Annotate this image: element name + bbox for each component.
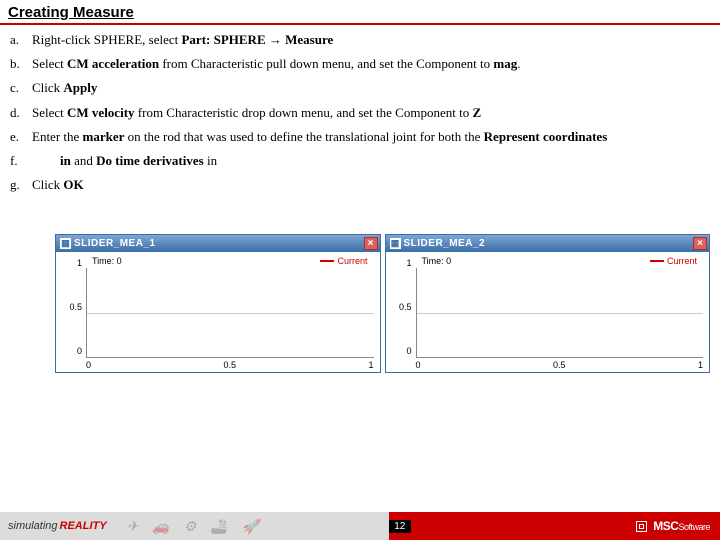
step-item: b.Select CM acceleration from Characteri… bbox=[10, 55, 710, 73]
x-tick: 0 bbox=[86, 360, 91, 370]
legend-swatch bbox=[650, 260, 664, 262]
y-tick: 1 bbox=[77, 258, 82, 268]
step-letter: a. bbox=[10, 31, 32, 49]
brand-main: MSC bbox=[653, 519, 678, 533]
step-letter: c. bbox=[10, 79, 32, 97]
step-item: a.Right-click SPHERE, select Part: SPHER… bbox=[10, 31, 710, 49]
step-text: Right-click SPHERE, select Part: SPHERE … bbox=[32, 31, 710, 49]
step-text: in and Do time derivatives in bbox=[32, 152, 710, 170]
y-tick: 0.5 bbox=[69, 302, 82, 312]
legend-swatch bbox=[320, 260, 334, 262]
x-axis: 0 0.5 1 bbox=[86, 360, 374, 370]
chart-title: SLIDER_MEA_1 bbox=[74, 238, 361, 249]
plot-area bbox=[86, 268, 374, 358]
y-tick: 0 bbox=[406, 346, 411, 356]
chart-titlebar: ▦ SLIDER_MEA_2 × bbox=[386, 235, 710, 252]
chart-title: SLIDER_MEA_2 bbox=[404, 238, 691, 249]
time-label: Time: 0 bbox=[422, 256, 452, 266]
time-label: Time: 0 bbox=[92, 256, 122, 266]
step-item: e.Enter the marker on the rod that was u… bbox=[10, 128, 710, 146]
close-icon[interactable]: × bbox=[693, 237, 707, 250]
x-tick: 1 bbox=[368, 360, 373, 370]
gear-icon: ⚙ bbox=[184, 518, 197, 535]
x-tick: 1 bbox=[698, 360, 703, 370]
chart-body: 1 0.5 0 Time: 0 Current bbox=[56, 252, 380, 372]
y-tick: 0 bbox=[77, 346, 82, 356]
footer: simulating REALITY ✈ 🚗 ⚙ 🚢 🚀 12 MSCSoftw… bbox=[0, 512, 720, 540]
charts-row: ▦ SLIDER_MEA_1 × 1 0.5 0 Time: 0 Current bbox=[55, 234, 710, 373]
ship-icon: 🚢 bbox=[210, 518, 227, 535]
x-tick: 0.5 bbox=[223, 360, 236, 370]
step-letter: f. bbox=[10, 152, 32, 170]
plane-icon: ✈ bbox=[127, 518, 139, 535]
x-tick: 0.5 bbox=[553, 360, 566, 370]
tagline-real: REALITY bbox=[60, 520, 107, 532]
legend-row: Time: 0 Current bbox=[416, 256, 704, 268]
footer-icons: ✈ 🚗 ⚙ 🚢 🚀 bbox=[127, 518, 260, 535]
step-text: Enter the marker on the rod that was use… bbox=[32, 128, 710, 146]
page-title: Creating Measure bbox=[8, 4, 134, 21]
steps-list: a.Right-click SPHERE, select Part: SPHER… bbox=[0, 25, 720, 194]
footer-left: simulating REALITY ✈ 🚗 ⚙ 🚢 🚀 bbox=[0, 512, 389, 540]
chart-icon: ▦ bbox=[60, 238, 71, 249]
chart-icon: ▦ bbox=[390, 238, 401, 249]
y-axis: 1 0.5 0 bbox=[392, 256, 416, 370]
chart-body: 1 0.5 0 Time: 0 Current bbox=[386, 252, 710, 372]
legend-label: Current bbox=[667, 256, 697, 266]
page-number: 12 bbox=[389, 520, 411, 533]
legend-label: Current bbox=[337, 256, 367, 266]
x-tick: 0 bbox=[416, 360, 421, 370]
step-letter: g. bbox=[10, 176, 32, 194]
x-axis: 0 0.5 1 bbox=[416, 360, 704, 370]
step-item: c.Click Apply bbox=[10, 79, 710, 97]
step-letter: e. bbox=[10, 128, 32, 146]
step-item: g.Click OK bbox=[10, 176, 710, 194]
car-icon: 🚗 bbox=[152, 518, 169, 535]
footer-right: 12 MSCSoftware bbox=[389, 512, 720, 540]
rocket-icon: 🚀 bbox=[242, 518, 259, 535]
y-tick: 1 bbox=[406, 258, 411, 268]
step-letter: d. bbox=[10, 104, 32, 122]
step-text: Click Apply bbox=[32, 79, 710, 97]
header-bar: Creating Measure bbox=[0, 0, 720, 25]
legend-item: Current bbox=[320, 256, 367, 266]
step-text: Select CM acceleration from Characterist… bbox=[32, 55, 710, 73]
step-item: d.Select CM velocity from Characteristic… bbox=[10, 104, 710, 122]
step-text: Select CM velocity from Characteristic d… bbox=[32, 104, 710, 122]
chart-titlebar: ▦ SLIDER_MEA_1 × bbox=[56, 235, 380, 252]
y-tick: 0.5 bbox=[399, 302, 412, 312]
chart-window-2: ▦ SLIDER_MEA_2 × 1 0.5 0 Time: 0 Current bbox=[385, 234, 711, 373]
plot-area bbox=[416, 268, 704, 358]
msc-logo: MSCSoftware bbox=[636, 519, 710, 533]
legend-item: Current bbox=[650, 256, 697, 266]
step-text: Click OK bbox=[32, 176, 710, 194]
chart-window-1: ▦ SLIDER_MEA_1 × 1 0.5 0 Time: 0 Current bbox=[55, 234, 381, 373]
brand-sub: Software bbox=[678, 522, 710, 532]
step-letter: b. bbox=[10, 55, 32, 73]
tagline-sim: simulating bbox=[8, 520, 58, 532]
y-axis: 1 0.5 0 bbox=[62, 256, 86, 370]
logo-icon bbox=[636, 521, 647, 532]
close-icon[interactable]: × bbox=[364, 237, 378, 250]
legend-row: Time: 0 Current bbox=[86, 256, 374, 268]
step-item: f.in and Do time derivatives in bbox=[10, 152, 710, 170]
